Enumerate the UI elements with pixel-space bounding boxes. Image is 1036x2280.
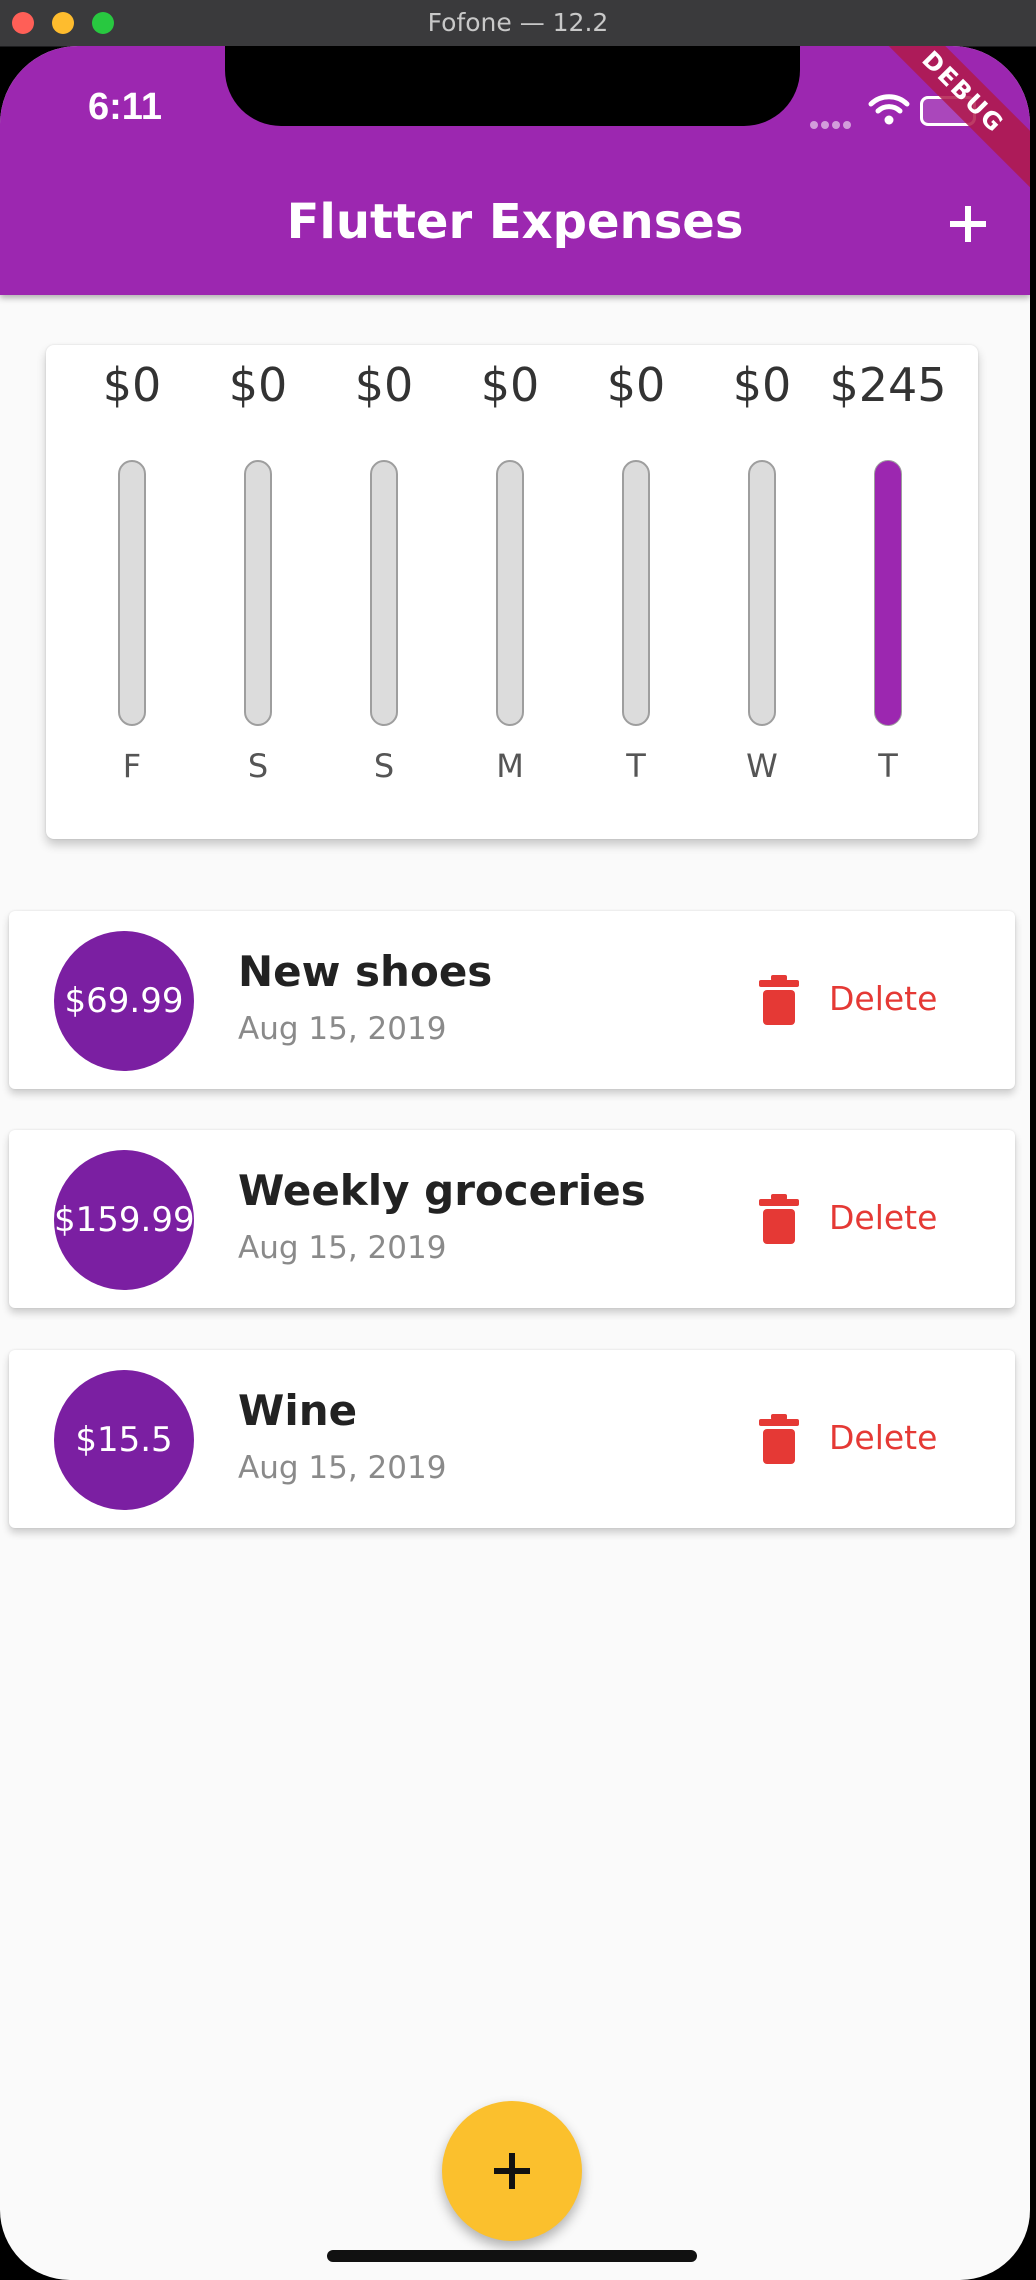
trash-icon xyxy=(759,975,799,1025)
bar-track xyxy=(496,460,524,726)
bar-track xyxy=(118,460,146,726)
bar-value-label: $245 xyxy=(829,358,946,412)
wifi-icon xyxy=(868,94,910,125)
bar-value-label: $0 xyxy=(103,358,162,412)
phone-screen: 6:11 DEBUG Flutter Expenses $0 F $0 S $0 S $0 M… xyxy=(0,46,1030,2280)
bar-value-label: $0 xyxy=(733,358,792,412)
transaction-card: $15.5 Wine Aug 15, 2019 Delete xyxy=(9,1350,1015,1528)
bar-track xyxy=(244,460,272,726)
transaction-card: $159.99 Weekly groceries Aug 15, 2019 De… xyxy=(9,1130,1015,1308)
day-label: W xyxy=(746,747,778,785)
day-label: T xyxy=(877,747,898,785)
amount-avatar: $69.99 xyxy=(54,931,194,1071)
window-title: Fofone — 12.2 xyxy=(427,8,609,37)
day-label: S xyxy=(248,747,268,785)
signal-icon xyxy=(810,114,854,133)
weekly-chart: $0 F $0 S $0 S $0 M $0 T $0 W $245 T xyxy=(46,345,978,839)
trash-icon xyxy=(759,1194,799,1244)
bar-value-label: $0 xyxy=(229,358,288,412)
bar-value-label: $0 xyxy=(607,358,666,412)
delete-label: Delete xyxy=(829,979,938,1018)
trash-icon xyxy=(759,1414,799,1464)
bar-track xyxy=(748,460,776,726)
plus-icon xyxy=(950,206,986,242)
plus-icon xyxy=(494,2153,530,2189)
app-bar: 6:11 DEBUG Flutter Expenses xyxy=(0,46,1030,295)
day-label: F xyxy=(123,747,141,785)
bar-track xyxy=(622,460,650,726)
transaction-date: Aug 15, 2019 xyxy=(238,1450,447,1486)
home-indicator xyxy=(327,2250,697,2262)
bar-value-label: $0 xyxy=(481,358,540,412)
bar-track xyxy=(370,460,398,726)
status-time: 6:11 xyxy=(88,86,162,128)
bar-value-label: $0 xyxy=(355,358,414,412)
chart-svg: $0 F $0 S $0 S $0 M $0 T $0 W $245 T xyxy=(103,358,947,785)
amount-avatar: $15.5 xyxy=(54,1370,194,1510)
day-label: S xyxy=(374,747,394,785)
device-notch xyxy=(225,46,800,126)
bar-fill xyxy=(875,461,901,725)
transaction-title: Wine xyxy=(238,1386,358,1435)
delete-label: Delete xyxy=(829,1418,938,1457)
transaction-date: Aug 15, 2019 xyxy=(238,1011,447,1047)
amount-avatar: $159.99 xyxy=(54,1150,195,1290)
delete-label: Delete xyxy=(829,1198,938,1237)
transaction-date: Aug 15, 2019 xyxy=(238,1230,447,1266)
add-fab-button[interactable] xyxy=(442,2101,582,2241)
transaction-card: $69.99 New shoes Aug 15, 2019 Delete xyxy=(9,911,1015,1089)
app-title: Flutter Expenses xyxy=(286,194,744,250)
day-label: T xyxy=(625,747,646,785)
transaction-title: Weekly groceries xyxy=(238,1166,646,1215)
transaction-title: New shoes xyxy=(238,947,493,996)
add-transaction-button[interactable] xyxy=(940,196,996,252)
day-label: M xyxy=(496,747,524,785)
window-title-bar: Fofone — 12.2 xyxy=(0,0,1036,47)
